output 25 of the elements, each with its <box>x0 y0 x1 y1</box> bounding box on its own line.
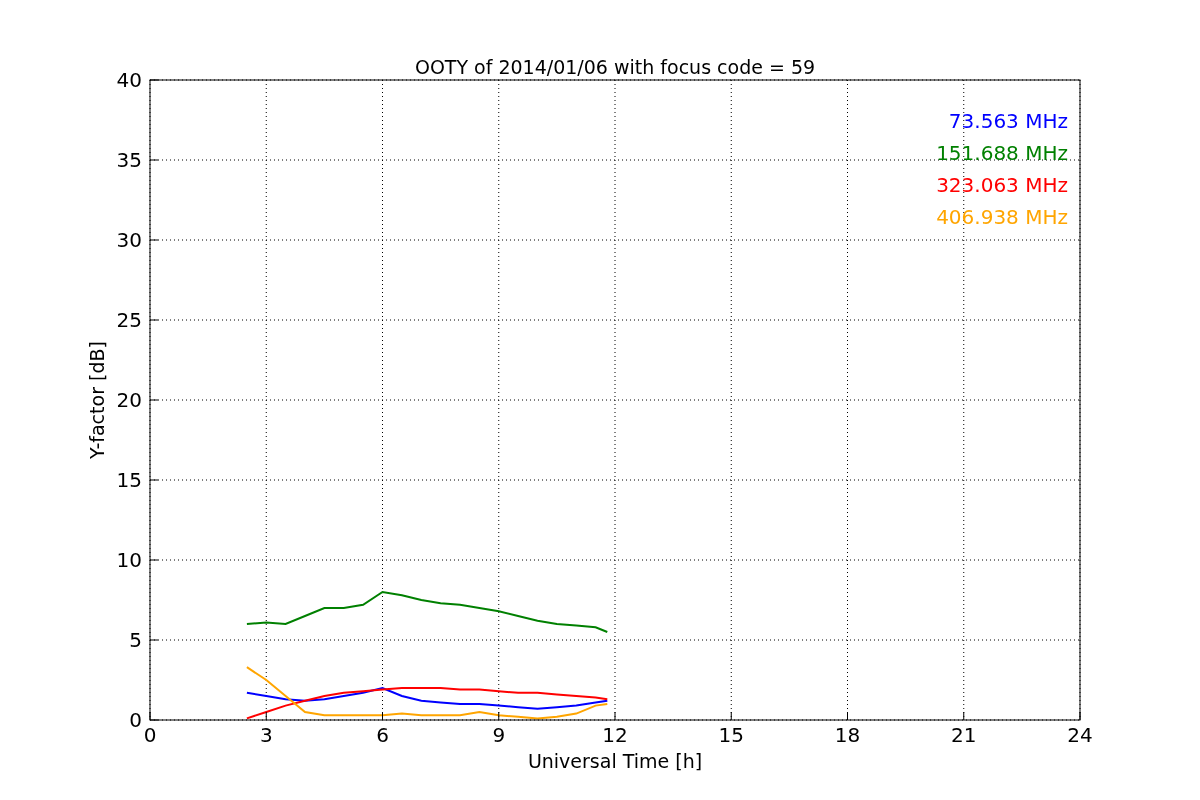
legend-label: 406.938 MHz <box>936 205 1068 229</box>
x-tick-label: 15 <box>718 723 744 747</box>
legend-label: 73.563 MHz <box>948 109 1068 133</box>
x-tick-label: 3 <box>259 723 273 747</box>
y-tick-label: 10 <box>116 548 142 572</box>
legend-label: 323.063 MHz <box>936 173 1068 197</box>
x-tick-label: 21 <box>951 723 977 747</box>
y-tick-label: 5 <box>129 628 142 652</box>
y-tick-label: 25 <box>116 308 142 332</box>
y-axis-label: Y-factor [dB] <box>86 341 108 459</box>
y-tick-label: 0 <box>129 708 142 732</box>
x-tick-label: 9 <box>492 723 506 747</box>
y-tick-label: 40 <box>116 68 142 92</box>
x-tick-label: 6 <box>376 723 389 747</box>
legend-label: 151.688 MHz <box>936 141 1068 165</box>
y-tick-label: 35 <box>116 148 142 172</box>
x-tick-label: 12 <box>602 723 628 747</box>
y-tick-label: 30 <box>116 228 142 252</box>
x-axis-label: Universal Time [h] <box>527 750 703 772</box>
x-tick-label: 0 <box>143 723 157 747</box>
y-tick-label: 20 <box>116 388 142 412</box>
x-tick-label: 24 <box>1067 723 1093 747</box>
y-tick-label: 15 <box>116 468 142 492</box>
chart-title: OOTY of 2014/01/06 with focus code = 59 <box>414 56 816 78</box>
x-tick-label: 18 <box>834 723 861 747</box>
